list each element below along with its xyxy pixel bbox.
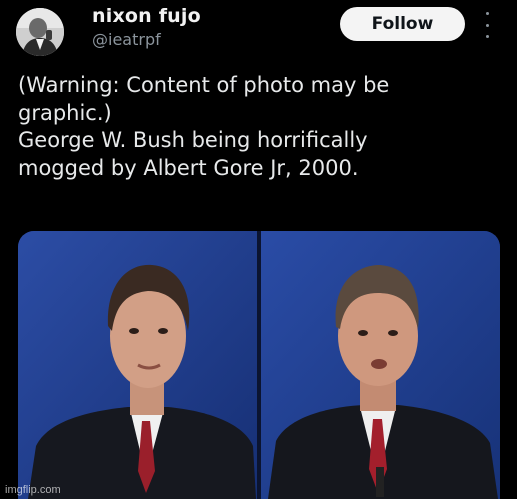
tweet-text-line: (Warning: Content of photo may be <box>18 73 390 97</box>
tweet-text: (Warning: Content of photo may be graphi… <box>18 72 498 182</box>
tweet-card: nixon fujo @ieatrpf Follow (Warning: Con… <box>0 0 517 499</box>
tweet-text-line: mogged by Albert Gore Jr, 2000. <box>18 155 359 180</box>
author-handle[interactable]: @ieatrpf <box>92 30 161 49</box>
tweet-text-line: graphic.) <box>18 100 112 125</box>
more-options-icon[interactable] <box>480 12 494 38</box>
avatar[interactable] <box>16 8 64 56</box>
tweet-media[interactable] <box>18 231 500 499</box>
author-display-name[interactable]: nixon fujo <box>92 5 201 27</box>
avatar-photo-icon <box>16 8 64 56</box>
debate-photo-icon <box>18 231 500 499</box>
imgflip-watermark: imgflip.com <box>5 484 61 496</box>
tweet-text-line: George W. Bush being horrifically <box>18 128 368 152</box>
follow-button[interactable]: Follow <box>340 7 465 41</box>
